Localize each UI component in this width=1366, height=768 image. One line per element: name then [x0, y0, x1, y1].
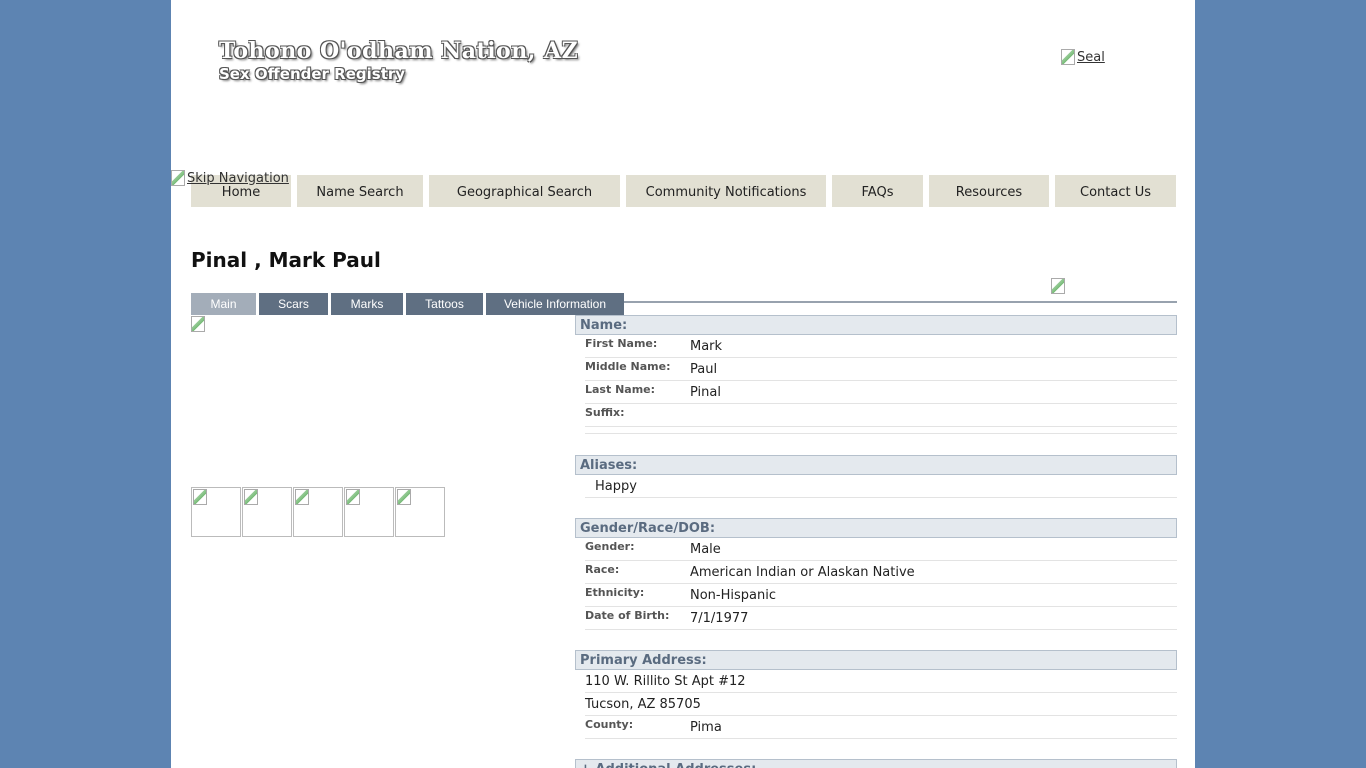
photo-thumbnails — [191, 487, 445, 537]
photo-thumbnail[interactable] — [395, 487, 445, 537]
tab-scars[interactable]: Scars — [259, 293, 328, 315]
last-name-row: Last Name: Pinal — [585, 381, 1177, 404]
first-name-label: First Name: — [585, 336, 658, 350]
tab-marks[interactable]: Marks — [331, 293, 403, 315]
broken-image-icon — [1051, 278, 1065, 294]
broken-image-icon — [244, 489, 258, 505]
primary-address-section: Primary Address: 110 W. Rillito St Apt #… — [575, 650, 1177, 739]
county-row: County: Pima — [585, 716, 1177, 739]
broken-image-icon — [346, 489, 360, 505]
broken-image-icon — [193, 489, 207, 505]
broken-image-icon — [171, 170, 185, 186]
tab-main[interactable]: Main — [191, 293, 256, 315]
tabs-divider — [624, 301, 1177, 303]
site-subtitle: Sex Offender Registry — [219, 65, 406, 83]
first-name-row: First Name: Mark — [585, 335, 1177, 358]
offender-name-heading: Pinal , Mark Paul — [191, 248, 381, 272]
county-value: Pima — [690, 719, 722, 735]
photo-thumbnail[interactable] — [191, 487, 241, 537]
page-container: Tohono O'odham Nation, AZ Sex Offender R… — [171, 0, 1195, 768]
middle-name-row: Middle Name: Paul — [585, 358, 1177, 381]
gender-row: Gender: Male — [585, 538, 1177, 561]
race-value: American Indian or Alaskan Native — [690, 564, 915, 580]
ethnicity-row: Ethnicity: Non-Hispanic — [585, 584, 1177, 607]
alias-row: Happy — [585, 475, 1177, 498]
spacer-row — [585, 427, 1177, 434]
additional-addresses-section: + Additional Addresses: — [575, 759, 1177, 768]
nav-contact-us[interactable]: Contact Us — [1055, 175, 1176, 207]
photo-thumbnail[interactable] — [242, 487, 292, 537]
ethnicity-value: Non-Hispanic — [690, 587, 776, 603]
address-line2-row: Tucson, AZ 85705 — [585, 693, 1177, 716]
alias-value: Happy — [595, 478, 637, 494]
county-label: County: — [585, 717, 634, 731]
photo-thumbnail[interactable] — [293, 487, 343, 537]
tab-tattoos[interactable]: Tattoos — [406, 293, 483, 315]
gender-value: Male — [690, 541, 721, 557]
nav-faqs[interactable]: FAQs — [832, 175, 923, 207]
race-row: Race: American Indian or Alaskan Native — [585, 561, 1177, 584]
aliases-section: Aliases: Happy — [575, 455, 1177, 498]
gender-label: Gender: — [585, 539, 635, 553]
gender-race-dob-heading: Gender/Race/DOB: — [575, 518, 1177, 538]
nav-community-notifications[interactable]: Community Notifications — [626, 175, 826, 207]
nav-geographical-search[interactable]: Geographical Search — [429, 175, 620, 207]
middle-name-value: Paul — [690, 361, 718, 377]
site-title: Tohono O'odham Nation, AZ — [219, 38, 579, 64]
race-label: Race: — [585, 562, 620, 576]
last-name-label: Last Name: — [585, 382, 656, 396]
photo-thumbnail[interactable] — [344, 487, 394, 537]
ethnicity-label: Ethnicity: — [585, 585, 645, 599]
suffix-row: Suffix: — [585, 404, 1177, 427]
dob-value: 7/1/1977 — [690, 610, 749, 626]
suffix-label: Suffix: — [585, 405, 625, 419]
offender-photo-icon[interactable] — [191, 316, 205, 332]
dob-label: Date of Birth: — [585, 608, 670, 622]
seal-alt-text: Seal — [1077, 49, 1105, 65]
additional-addresses-toggle[interactable]: + Additional Addresses: — [575, 759, 1177, 768]
tab-vehicle-information[interactable]: Vehicle Information — [486, 293, 624, 315]
last-name-value: Pinal — [690, 384, 721, 400]
address-line2: Tucson, AZ 85705 — [585, 696, 701, 712]
middle-name-label: Middle Name: — [585, 359, 671, 373]
address-line1-row: 110 W. Rillito St Apt #12 — [585, 670, 1177, 693]
nav-name-search[interactable]: Name Search — [297, 175, 423, 207]
nav-resources[interactable]: Resources — [929, 175, 1049, 207]
skip-navigation-link[interactable]: Skip Navigation — [171, 170, 289, 186]
broken-image-icon — [397, 489, 411, 505]
aliases-section-heading: Aliases: — [575, 455, 1177, 475]
first-name-value: Mark — [690, 338, 723, 354]
name-section-heading: Name: — [575, 315, 1177, 335]
name-section: Name: First Name: Mark Middle Name: Paul… — [575, 315, 1177, 434]
gender-race-dob-section: Gender/Race/DOB: Gender: Male Race: Amer… — [575, 518, 1177, 630]
skip-navigation-alt-text: Skip Navigation — [187, 170, 289, 186]
dob-row: Date of Birth: 7/1/1977 — [585, 607, 1177, 630]
broken-image-icon — [1061, 49, 1075, 65]
primary-address-heading: Primary Address: — [575, 650, 1177, 670]
seal-link[interactable]: Seal — [1061, 49, 1105, 65]
address-line1: 110 W. Rillito St Apt #12 — [585, 673, 746, 689]
broken-image-icon — [295, 489, 309, 505]
